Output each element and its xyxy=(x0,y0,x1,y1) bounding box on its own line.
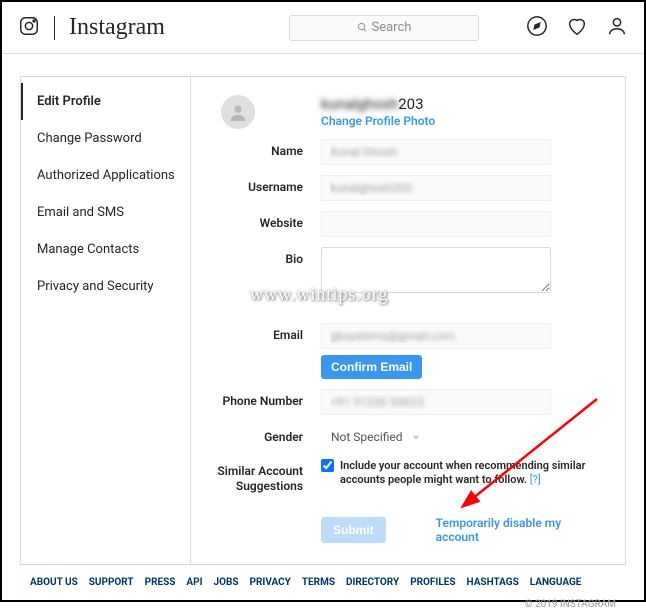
chevron-down-icon xyxy=(411,432,421,442)
footer-link[interactable]: ABOUT US xyxy=(30,577,78,588)
label-username: Username xyxy=(211,175,321,194)
submit-button[interactable]: Submit xyxy=(321,517,386,543)
avatar[interactable] xyxy=(221,95,255,129)
sidebar-item-email-sms[interactable]: Email and SMS xyxy=(21,194,190,231)
profile-username-display: kunalghosh203 xyxy=(321,95,605,113)
label-bio: Bio xyxy=(211,247,321,266)
sidebar-item-edit-profile[interactable]: Edit Profile xyxy=(21,83,190,120)
footer-link[interactable]: SUPPORT xyxy=(89,577,134,588)
footer-link[interactable]: PRESS xyxy=(145,577,176,588)
footer-link[interactable]: HASHTAGS xyxy=(467,577,519,588)
suggestions-checkbox[interactable] xyxy=(321,459,334,472)
footer-link[interactable]: TERMS xyxy=(302,577,335,588)
divider xyxy=(54,16,55,40)
profile-icon[interactable] xyxy=(606,15,628,41)
footer-link[interactable]: PRIVACY xyxy=(250,577,291,588)
label-gender: Gender xyxy=(211,425,321,444)
username-field[interactable] xyxy=(321,175,551,201)
settings-card: Edit Profile Change Password Authorized … xyxy=(20,76,626,565)
label-name: Name xyxy=(211,139,321,158)
name-field[interactable] xyxy=(321,139,551,165)
label-website: Website xyxy=(211,211,321,230)
phone-field[interactable] xyxy=(321,389,551,415)
label-email: Email xyxy=(211,323,321,342)
change-photo-link[interactable]: Change Profile Photo xyxy=(321,114,605,128)
footer-link[interactable]: JOBS xyxy=(214,577,239,588)
instagram-glyph-icon[interactable] xyxy=(18,15,40,41)
search-icon xyxy=(357,22,368,33)
gender-select[interactable]: Not Specified xyxy=(321,425,431,449)
label-phone: Phone Number xyxy=(211,389,321,408)
settings-sidebar: Edit Profile Change Password Authorized … xyxy=(21,77,191,564)
top-navbar: Instagram Search xyxy=(2,2,644,54)
sidebar-item-privacy-security[interactable]: Privacy and Security xyxy=(21,268,190,305)
instagram-wordmark[interactable]: Instagram xyxy=(69,14,165,41)
edit-profile-form: kunalghosh203 Change Profile Photo Name … xyxy=(191,77,625,564)
footer-link[interactable]: LANGUAGE xyxy=(530,577,582,588)
footer-link[interactable]: PROFILES xyxy=(410,577,455,588)
explore-icon[interactable] xyxy=(526,15,548,41)
footer-link[interactable]: DIRECTORY xyxy=(346,577,399,588)
search-input[interactable]: Search xyxy=(289,15,479,41)
footer: ABOUT US SUPPORT PRESS API JOBS PRIVACY … xyxy=(2,565,644,610)
email-field[interactable] xyxy=(321,323,551,349)
temporarily-disable-link[interactable]: Temporarily disable my account xyxy=(436,516,605,544)
bio-field[interactable] xyxy=(321,247,551,293)
activity-heart-icon[interactable] xyxy=(566,15,588,41)
label-suggestions: Similar Account Suggestions xyxy=(211,459,321,494)
website-field[interactable] xyxy=(321,211,551,237)
sidebar-item-change-password[interactable]: Change Password xyxy=(21,120,190,157)
sidebar-item-authorized-apps[interactable]: Authorized Applications xyxy=(21,157,190,194)
suggestions-help-link[interactable]: [?] xyxy=(530,473,541,486)
footer-link[interactable]: API xyxy=(186,577,202,588)
sidebar-item-manage-contacts[interactable]: Manage Contacts xyxy=(21,231,190,268)
confirm-email-button[interactable]: Confirm Email xyxy=(321,355,422,379)
suggestions-description: Include your account when recommending s… xyxy=(340,459,605,488)
copyright: © 2019 INSTAGRAM xyxy=(525,599,616,610)
